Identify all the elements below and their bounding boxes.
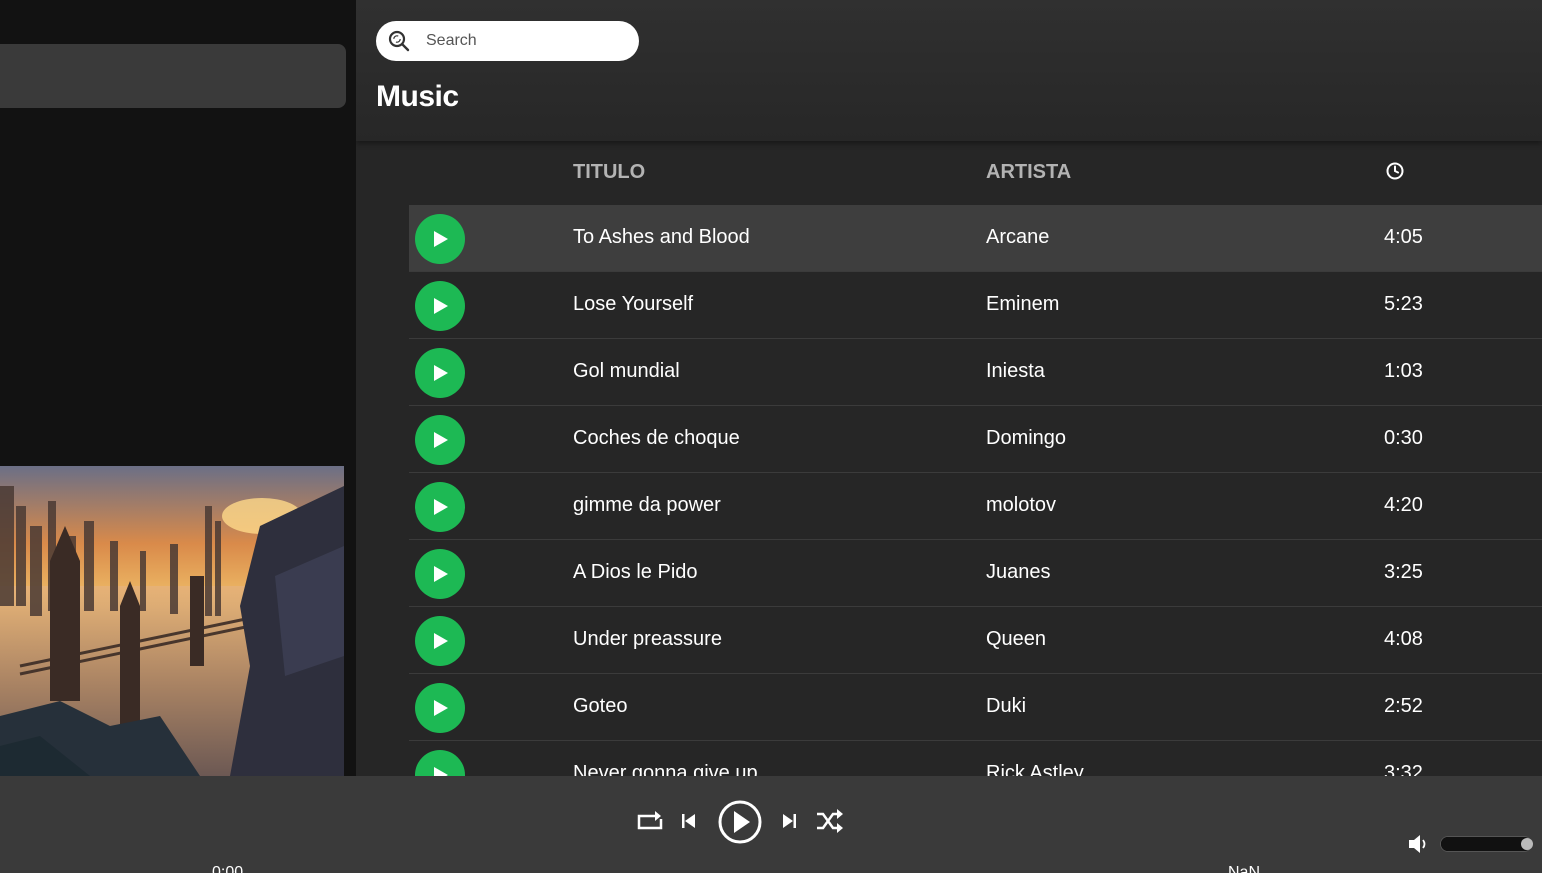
- track-row[interactable]: Coches de choque Domingo 0:30: [409, 406, 1542, 473]
- track-duration: 2:52: [1384, 695, 1423, 717]
- search-icon: [388, 30, 410, 52]
- shuffle-button[interactable]: [815, 808, 845, 834]
- previous-button[interactable]: [681, 812, 697, 830]
- play-icon: [434, 566, 448, 582]
- track-title: Under preassure: [573, 628, 722, 650]
- track-duration: 3:32: [1384, 762, 1423, 776]
- next-button[interactable]: [781, 812, 797, 830]
- track-title: Goteo: [573, 695, 628, 717]
- track-artist: molotov: [986, 494, 1057, 516]
- track-duration: 3:25: [1384, 561, 1423, 583]
- track-duration: 4:05: [1384, 226, 1423, 248]
- repeat-button[interactable]: [636, 809, 664, 833]
- player-bar: 0:00 NaN: [0, 776, 1542, 873]
- track-play-button[interactable]: [415, 616, 465, 666]
- play-icon: [434, 767, 448, 776]
- track-duration: 1:03: [1384, 360, 1423, 382]
- track-duration: 5:23: [1384, 293, 1423, 315]
- volume-thumb[interactable]: [1521, 838, 1533, 850]
- track-artist: Arcane: [986, 226, 1050, 248]
- volume-button[interactable]: [1406, 833, 1430, 860]
- track-row[interactable]: Goteo Duki 2:52: [409, 674, 1542, 741]
- track-artist: Queen: [986, 628, 1047, 650]
- play-icon: [434, 231, 448, 247]
- track-row[interactable]: Never gonna give up Rick Astley 3:32: [409, 741, 1542, 776]
- sidebar-panel[interactable]: [0, 44, 346, 108]
- play-icon: [434, 298, 448, 314]
- play-icon: [434, 432, 448, 448]
- track-play-button[interactable]: [415, 482, 465, 532]
- speaker-icon: [1409, 835, 1426, 853]
- track-title: To Ashes and Blood: [573, 226, 750, 248]
- track-play-button[interactable]: [415, 750, 465, 776]
- table-header: TITULO ARTISTA: [356, 141, 1542, 205]
- total-time: NaN: [1228, 864, 1261, 873]
- album-cover-image: [0, 466, 344, 776]
- track-row[interactable]: Under preassure Queen 4:08: [409, 607, 1542, 674]
- volume-fill: [1441, 837, 1531, 851]
- play-icon: [718, 800, 762, 844]
- main-content: Music TITULO ARTISTA To Ashes and Blood A…: [356, 0, 1542, 776]
- track-row[interactable]: gimme da power molotov 4:20: [409, 473, 1542, 540]
- play-icon: [434, 499, 448, 515]
- repeat-icon: [637, 811, 663, 830]
- play-icon: [434, 365, 448, 381]
- track-play-button[interactable]: [415, 214, 465, 264]
- search-box[interactable]: [376, 21, 639, 61]
- track-play-button[interactable]: [415, 281, 465, 331]
- track-title: Never gonna give up: [573, 762, 758, 776]
- track-title: A Dios le Pido: [573, 561, 698, 583]
- header: Music: [356, 0, 1542, 141]
- column-header-artist[interactable]: ARTISTA: [986, 161, 1071, 184]
- volume-slider[interactable]: [1440, 836, 1533, 852]
- play-icon: [434, 633, 448, 649]
- track-artist: Rick Astley: [986, 762, 1084, 776]
- clock-icon: [1386, 162, 1404, 180]
- track-play-button[interactable]: [415, 348, 465, 398]
- track-artist: Domingo: [986, 427, 1067, 449]
- track-list: To Ashes and Blood Arcane 4:05 Lose Yoursel…: [409, 205, 1542, 776]
- track-duration: 4:20: [1384, 494, 1423, 516]
- search-input[interactable]: [424, 21, 624, 61]
- track-artist: Eminem: [986, 293, 1060, 315]
- track-duration: 0:30: [1384, 427, 1423, 449]
- previous-icon: [682, 814, 695, 828]
- next-icon: [783, 814, 796, 828]
- track-row[interactable]: Lose Yourself Eminem 5:23: [409, 272, 1542, 339]
- track-play-button[interactable]: [415, 683, 465, 733]
- track-play-button[interactable]: [415, 415, 465, 465]
- track-title: Gol mundial: [573, 360, 680, 382]
- track-duration: 4:08: [1384, 628, 1423, 650]
- track-title: Lose Yourself: [573, 293, 694, 315]
- column-header-title[interactable]: TITULO: [573, 161, 645, 184]
- track-row[interactable]: Gol mundial Iniesta 1:03: [409, 339, 1542, 406]
- track-title: Coches de choque: [573, 427, 740, 449]
- play-pause-button[interactable]: [717, 799, 763, 845]
- track-artist: Duki: [986, 695, 1027, 717]
- album-cover-art: [0, 466, 344, 776]
- track-artist: Juanes: [986, 561, 1051, 583]
- track-row[interactable]: A Dios le Pido Juanes 3:25: [409, 540, 1542, 607]
- play-icon: [434, 700, 448, 716]
- track-row[interactable]: To Ashes and Blood Arcane 4:05: [409, 205, 1542, 272]
- page-title: Music: [376, 80, 459, 113]
- shuffle-icon: [817, 809, 843, 833]
- track-title: gimme da power: [573, 494, 721, 516]
- current-time: 0:00: [212, 864, 244, 873]
- track-artist: Iniesta: [986, 360, 1045, 382]
- track-play-button[interactable]: [415, 549, 465, 599]
